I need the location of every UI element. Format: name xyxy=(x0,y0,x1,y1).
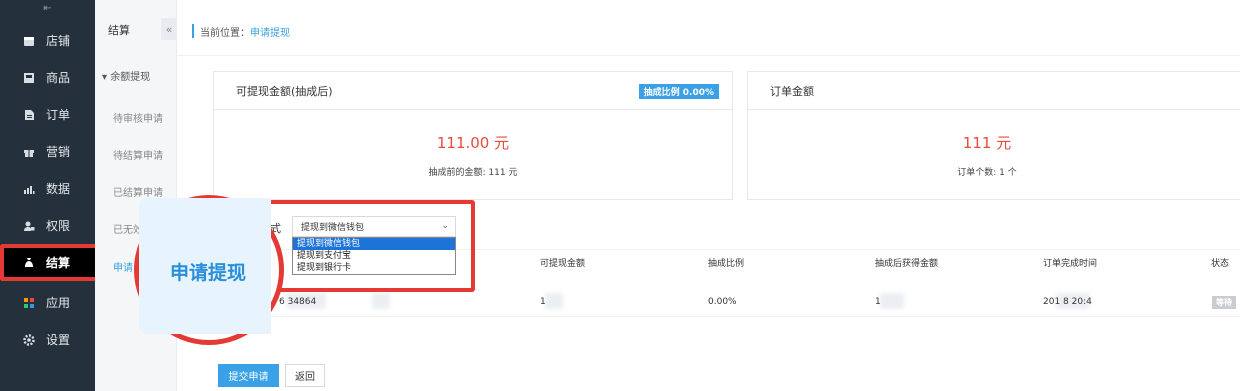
redaction-blur xyxy=(372,293,390,309)
zoom-callout-text: 申请提现 xyxy=(170,262,247,284)
order-amount-card: 订单金额 111 元 订单个数: 1 个 xyxy=(747,71,1240,200)
goods-icon xyxy=(23,72,35,84)
card-title: 可提现金额(抽成后) 抽成比例 0.00% xyxy=(214,72,732,110)
cell-rate: 0.00% xyxy=(708,297,737,307)
col-header-net-amount: 抽成后获得金额 xyxy=(875,259,939,269)
sidebar-item-label: 订单 xyxy=(46,108,71,122)
col-header-withdrawable: 可提现金额 xyxy=(540,259,586,269)
cell-complete-time: 201 8 20:4 xyxy=(1043,297,1092,307)
settlement-highlight-annotation xyxy=(0,244,99,281)
commission-rate-badge: 抽成比例 0.00% xyxy=(638,84,719,99)
sidebar-item-label: 设置 xyxy=(46,333,71,347)
cell-net-amount: 1 xyxy=(875,297,881,307)
cell-withdrawable: 1 xyxy=(540,297,546,307)
sidebar-item-apps[interactable]: 应用 xyxy=(0,284,95,321)
submit-application-button[interactable]: 提交申请 xyxy=(218,364,279,387)
sidebar-toggle-icon[interactable]: ⇤ xyxy=(0,0,95,17)
redaction-blur xyxy=(545,293,563,309)
withdrawable-amount-card: 可提现金额(抽成后) 抽成比例 0.00% 111.00 元 抽成前的金额: 1… xyxy=(213,71,733,200)
col-header-rate: 抽成比例 xyxy=(708,259,745,269)
redaction-blur xyxy=(880,293,904,309)
subnav-group-balance-withdraw[interactable]: ▾ 余额提现 xyxy=(95,68,177,86)
sidebar-item-label: 店铺 xyxy=(46,34,71,48)
sidebar-item-orders[interactable]: 订单 xyxy=(0,96,95,133)
order-icon xyxy=(23,109,35,121)
dropdown-highlight-annotation xyxy=(267,200,475,292)
order-count: 订单个数: 1 个 xyxy=(957,168,1017,178)
col-header-status: 状态 xyxy=(1211,259,1230,269)
gift-icon xyxy=(23,146,35,158)
sidebar-item-data[interactable]: 数据 xyxy=(0,170,95,207)
sidebar-item-store[interactable]: 店铺 xyxy=(0,22,95,59)
header-divider xyxy=(177,55,1240,56)
chart-icon xyxy=(23,183,35,195)
sidebar-item-marketing[interactable]: 营销 xyxy=(0,133,95,170)
pre-commission-amount: 抽成前的金额: 111 元 xyxy=(428,168,518,178)
breadcrumb: 当前位置： 申请提现 xyxy=(192,24,290,39)
sidebar-item-settings[interactable]: 设置 xyxy=(0,321,95,358)
subnav-item-pending-review[interactable]: 待审核申请 xyxy=(95,110,177,130)
order-amount: 111 元 xyxy=(962,134,1012,152)
col-header-complete-time: 订单完成时间 xyxy=(1043,259,1098,269)
collapse-icon[interactable]: « xyxy=(161,18,177,40)
card-title: 订单金额 xyxy=(748,72,1240,110)
user-lock-icon xyxy=(23,220,35,232)
cell-order-no: 6 34864 xyxy=(279,297,317,307)
withdrawable-amount: 111.00 元 xyxy=(436,134,510,152)
table-row-divider xyxy=(270,316,1240,317)
sidebar-item-label: 应用 xyxy=(46,296,71,310)
sidebar-item-goods[interactable]: 商品 xyxy=(0,59,95,96)
sidebar-item-permissions[interactable]: 权限 xyxy=(0,207,95,244)
subnav-item-pending-settlement[interactable]: 待结算申请 xyxy=(95,147,177,167)
card-title-text: 订单金额 xyxy=(770,84,814,98)
sidebar-item-label: 权限 xyxy=(46,219,71,233)
back-button[interactable]: 返回 xyxy=(285,364,325,387)
breadcrumb-current[interactable]: 申请提现 xyxy=(250,24,290,39)
sidebar-item-label: 数据 xyxy=(46,182,71,196)
card-title-text: 可提现金额(抽成后) xyxy=(236,84,333,98)
sidebar-item-label: 营销 xyxy=(46,145,71,159)
apps-icon xyxy=(23,297,35,309)
status-badge: 等待 xyxy=(1212,296,1236,309)
gear-icon xyxy=(23,333,35,346)
sidebar-item-label: 商品 xyxy=(46,71,71,85)
store-icon xyxy=(23,35,35,47)
breadcrumb-prefix: 当前位置： xyxy=(200,27,250,39)
